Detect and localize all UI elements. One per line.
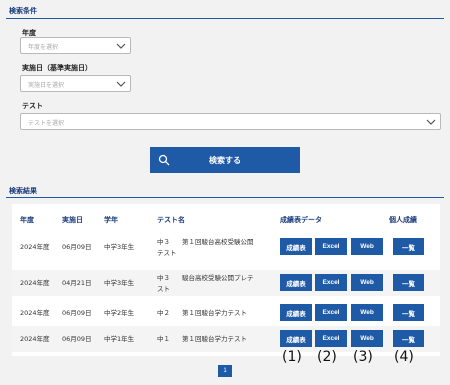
- row-year: 2024年度: [20, 279, 50, 287]
- web-button[interactable]: Web: [351, 274, 383, 291]
- row-tag: 中３: [157, 238, 170, 246]
- header-year: 年度: [20, 216, 34, 224]
- list-button[interactable]: 一覧: [393, 304, 424, 321]
- criteria-divider: [6, 18, 444, 19]
- row-grade: 中学3年生: [104, 279, 135, 287]
- annotation-4: (4): [394, 349, 414, 365]
- search-icon: [158, 154, 170, 166]
- header-grade: 学年: [104, 216, 118, 224]
- row-year: 2024年度: [20, 309, 50, 317]
- row-name-2: スト: [157, 285, 170, 293]
- results-title: 検索結果: [9, 187, 37, 195]
- row-name-1: 第１回駿台学力テスト: [182, 335, 247, 343]
- row-date: 04月21日: [62, 279, 92, 287]
- table-row: 2024年度 06月09日 中学1年生 中１ 第１回駿台学力テスト 成績表 Ex…: [12, 326, 440, 352]
- year-placeholder: 年度を選択: [28, 44, 59, 51]
- annotation-3: (3): [353, 349, 373, 365]
- excel-button[interactable]: Excel: [315, 304, 347, 321]
- row-date: 06月09日: [62, 309, 92, 317]
- annotation-1: (1): [282, 349, 302, 365]
- row-grade: 中学1年生: [104, 335, 135, 343]
- list-button[interactable]: 一覧: [393, 238, 424, 255]
- report-button[interactable]: 成績表: [280, 238, 312, 255]
- page-1-button[interactable]: 1: [218, 365, 232, 377]
- row-name-1: 第１回駿台高校受験公開: [182, 238, 254, 246]
- row-grade: 中学3年生: [104, 243, 135, 251]
- search-button[interactable]: 検索する: [150, 147, 300, 173]
- excel-button[interactable]: Excel: [315, 330, 347, 347]
- row-tag: 中３: [157, 274, 170, 282]
- results-divider: [6, 197, 444, 198]
- row-grade: 中学2年生: [104, 309, 135, 317]
- chevron-down-icon: [426, 119, 436, 125]
- row-year: 2024年度: [20, 335, 50, 343]
- excel-button[interactable]: Excel: [315, 274, 347, 291]
- header-personal: 個人成績: [389, 216, 417, 224]
- test-label: テスト: [22, 102, 43, 110]
- header-report-data: 成績表データ: [280, 216, 322, 224]
- row-date: 06月09日: [62, 335, 92, 343]
- criteria-title: 検索条件: [9, 7, 37, 15]
- table-row: 2024年度 04月21日 中学3年生 中３ 駿台高校受験公開プレテ スト 成績…: [12, 270, 440, 296]
- list-button[interactable]: 一覧: [393, 330, 424, 347]
- test-placeholder: テストを選択: [28, 120, 65, 127]
- report-button[interactable]: 成績表: [280, 304, 312, 321]
- year-select[interactable]: 年度を選択: [20, 37, 131, 54]
- row-tag: 中２: [157, 309, 170, 317]
- table-row: 2024年度 06月09日 中学3年生 中３ 第１回駿台高校受験公開 テスト 成…: [12, 234, 440, 260]
- row-name-1: 第１回駿台学力テスト: [182, 309, 247, 317]
- date-placeholder: 実施日を選択: [28, 82, 65, 89]
- report-button[interactable]: 成績表: [280, 330, 312, 347]
- header-test-name: テスト名: [157, 216, 185, 224]
- list-button[interactable]: 一覧: [393, 274, 424, 291]
- table-row: 2024年度 06月09日 中学2年生 中２ 第１回駿台学力テスト 成績表 Ex…: [12, 300, 440, 326]
- web-button[interactable]: Web: [351, 238, 383, 255]
- chevron-down-icon: [116, 43, 126, 49]
- report-button[interactable]: 成績表: [280, 274, 312, 291]
- row-date: 06月09日: [62, 243, 92, 251]
- web-button[interactable]: Web: [351, 304, 383, 321]
- web-button[interactable]: Web: [351, 330, 383, 347]
- row-tag: 中１: [157, 335, 170, 343]
- chevron-down-icon: [116, 81, 126, 87]
- annotation-2: (2): [317, 349, 337, 365]
- row-year: 2024年度: [20, 243, 50, 251]
- test-select[interactable]: テストを選択: [20, 113, 441, 130]
- date-select[interactable]: 実施日を選択: [20, 75, 131, 92]
- row-name-2: テスト: [157, 249, 177, 257]
- search-button-label: 検索する: [209, 155, 241, 165]
- date-label: 実施日（基準実施日）: [22, 64, 92, 72]
- header-date: 実施日: [62, 216, 83, 224]
- row-name-1: 駿台高校受験公開プレテ: [182, 274, 254, 282]
- excel-button[interactable]: Excel: [315, 238, 347, 255]
